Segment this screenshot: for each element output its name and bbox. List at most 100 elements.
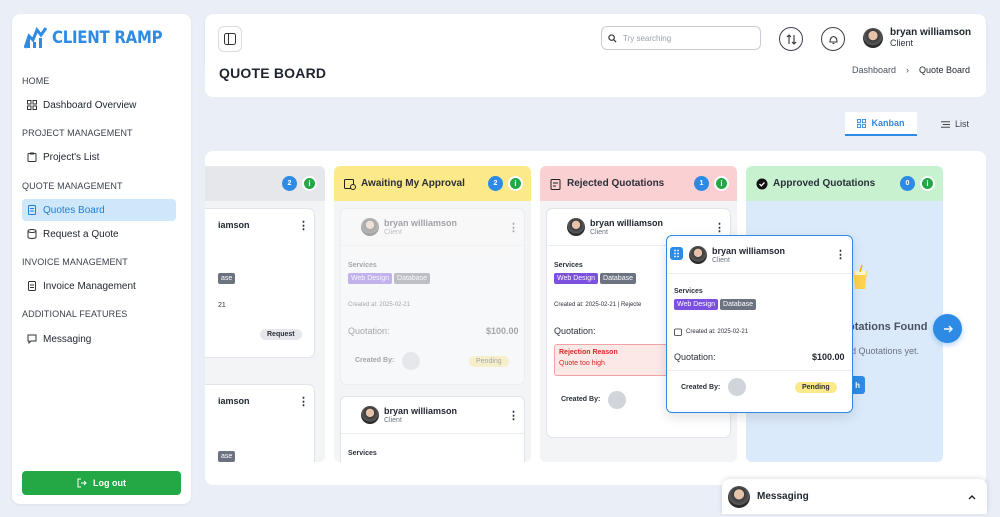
service-tags: Web Design Database [674, 299, 756, 310]
breadcrumb-dashboard[interactable]: Dashboard [852, 65, 896, 75]
calendar-icon [674, 328, 682, 336]
service-tag: ase [218, 451, 236, 462]
card-menu-button[interactable]: ⋮ [298, 395, 309, 408]
check-circle-icon [756, 178, 768, 189]
services-label: Services [554, 262, 583, 269]
page-title: QUOTE BOARD [219, 65, 327, 81]
quote-card[interactable]: iamson ⋮ ase 21 Request [205, 208, 315, 358]
quote-card[interactable]: iamson ⋮ ase [205, 384, 315, 462]
creator-avatar [728, 378, 746, 396]
info-icon[interactable]: i [508, 176, 523, 191]
client-name: iamson [218, 396, 250, 406]
client-name: bryan williamson [590, 217, 664, 228]
request-button[interactable]: Request [260, 329, 302, 340]
list-icon [940, 120, 950, 128]
section-invoice-management: INVOICE MANAGEMENT [22, 257, 128, 267]
created-date: 21 [218, 302, 226, 309]
chevron-up-icon[interactable] [967, 492, 977, 502]
top-bar: Try searching bryan williamson Client [205, 14, 986, 65]
card-menu-button[interactable]: ⋮ [714, 221, 725, 234]
user-info[interactable]: bryan williamson Client [890, 27, 971, 48]
divider [667, 273, 852, 274]
creator-avatar [402, 352, 420, 370]
tab-list[interactable]: List [930, 112, 980, 136]
scroll-right-button[interactable] [933, 314, 962, 343]
sort-button[interactable] [779, 27, 803, 51]
section-quote-management: QUOTE MANAGEMENT [22, 181, 123, 191]
info-icon[interactable]: i [920, 176, 935, 191]
dashboard-icon [27, 100, 37, 110]
rejection-reason-text: Quote too high [559, 360, 605, 367]
drag-handle-icon[interactable] [670, 247, 683, 260]
client-name: iamson [218, 220, 250, 230]
quote-card[interactable]: bryan williamson Client ⋮ Services Web D… [340, 208, 525, 385]
quotation-label: Quotation: [348, 326, 390, 336]
logout-button[interactable]: Log out [22, 471, 181, 495]
service-tag: ase [218, 273, 236, 284]
search-placeholder: Try searching [623, 33, 672, 43]
chat-icon [27, 334, 37, 344]
document-icon [28, 205, 36, 215]
column-header: Approved Quotations 0 i [746, 166, 943, 201]
kanban-column-awaiting: Awaiting My Approval 2 i bryan williamso… [334, 166, 531, 462]
card-menu-button[interactable]: ⋮ [508, 409, 519, 422]
bell-icon [828, 35, 838, 44]
sidebar-item-invoice-management[interactable]: Invoice Management [22, 275, 176, 297]
tab-kanban-label: Kanban [871, 118, 905, 128]
client-avatar [567, 218, 585, 236]
messaging-dock[interactable]: Messaging [722, 479, 987, 514]
kanban-icon [857, 118, 867, 128]
card-menu-button[interactable]: ⋮ [298, 219, 309, 232]
sort-arrows-icon [786, 33, 796, 45]
user-avatar[interactable] [863, 28, 883, 48]
quotation-amount: $100.00 [486, 326, 519, 336]
clipboard-icon [27, 152, 37, 162]
sidebar-item-label: Invoice Management [43, 280, 136, 292]
info-icon[interactable]: i [714, 176, 729, 191]
sidebar-item-label: Request a Quote [43, 228, 119, 240]
service-tag: Database [394, 273, 430, 284]
card-menu-button[interactable]: ⋮ [835, 248, 846, 261]
sidebar-item-messaging[interactable]: Messaging [22, 328, 176, 350]
sidebar-item-projects-list[interactable]: Project's List [22, 146, 176, 168]
empty-state-subtitle: d Quotations yet. [851, 346, 920, 356]
client-avatar [361, 406, 379, 424]
sidebar-item-dashboard-overview[interactable]: Dashboard Overview [22, 94, 176, 116]
column-count-badge: 1 [694, 176, 709, 191]
quote-card[interactable]: bryan williamson Client ⋮ Services [340, 396, 525, 462]
search-input[interactable]: Try searching [601, 26, 761, 50]
created-date: Created at: 2025-02-21 [348, 302, 411, 308]
service-tag: Web Design [554, 273, 599, 284]
client-role: Client [384, 228, 402, 236]
client-name: bryan williamson [712, 246, 786, 256]
kanban-column: 2 i iamson ⋮ ase 21 Request iamson ⋮ ase [205, 166, 325, 462]
rejection-reason-label: Rejection Reason [559, 349, 618, 356]
empty-state-title: otations Found [848, 321, 928, 333]
created-date-row: Created at: 2025-02-21 [674, 328, 748, 336]
client-name: bryan williamson [384, 217, 458, 228]
notifications-button[interactable] [821, 27, 845, 51]
sidebar-item-request-a-quote[interactable]: Request a Quote [22, 223, 176, 245]
service-tags: Web Design Database [554, 273, 636, 284]
info-icon[interactable]: i [302, 176, 317, 191]
clipboard-x-icon [550, 178, 561, 190]
sidebar-item-label: Quotes Board [43, 204, 105, 216]
tab-kanban[interactable]: Kanban [845, 112, 917, 136]
services-label: Services [348, 450, 377, 457]
quotation-label: Quotation: [674, 352, 716, 362]
sidebar-item-quotes-board[interactable]: Quotes Board [22, 199, 176, 221]
sidebar-item-label: Project's List [43, 151, 100, 163]
client-info: bryan williamson Client [712, 246, 785, 265]
sidebar-toggle-button[interactable] [218, 26, 242, 52]
column-count-badge: 2 [282, 176, 297, 191]
status-badge: Pending [795, 382, 837, 393]
dragged-quote-card[interactable]: bryan williamson Client ⋮ Services Web D… [666, 235, 853, 413]
card-menu-button[interactable]: ⋮ [508, 221, 519, 234]
column-count-badge: 0 [900, 176, 915, 191]
column-header: Awaiting My Approval 2 i [334, 166, 531, 201]
column-header: Rejected Quotations 1 i [540, 166, 737, 201]
search-icon [608, 33, 617, 43]
app-logo[interactable]: CLIENT RAMP [24, 26, 177, 50]
service-tag: Database [720, 299, 756, 310]
kanban-board: 2 i iamson ⋮ ase 21 Request iamson ⋮ ase… [205, 151, 986, 485]
